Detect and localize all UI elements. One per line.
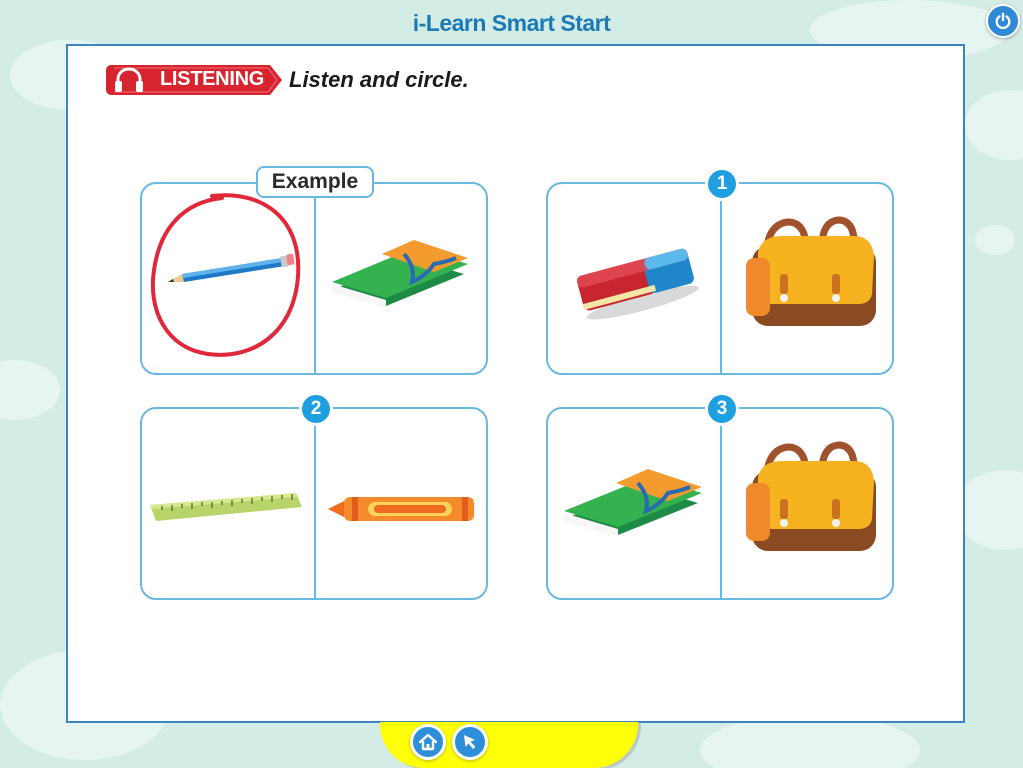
- question-number-badge: 1: [705, 167, 739, 201]
- pencil-picture: [168, 253, 295, 282]
- background-cloud: [955, 470, 1023, 550]
- instruction-text: Listen and circle.: [289, 67, 469, 92]
- background-cloud: [0, 360, 60, 420]
- question-card: 1: [546, 167, 894, 375]
- answer-option-right[interactable]: [722, 184, 894, 373]
- question-number-badge: 3: [705, 392, 739, 426]
- answer-option-left[interactable]: [142, 184, 314, 373]
- home-icon: [418, 733, 438, 751]
- background-cloud: [975, 225, 1015, 255]
- school-bag-picture: [746, 441, 876, 551]
- bottom-toolbar: [380, 722, 646, 768]
- answer-option-right[interactable]: [316, 184, 488, 373]
- book-picture: [564, 469, 702, 537]
- answer-option-left[interactable]: [142, 409, 314, 598]
- app-title: i-Learn Smart Start: [412, 10, 611, 36]
- answer-option-right[interactable]: [316, 409, 488, 598]
- arrow-cursor-icon: [464, 735, 476, 749]
- power-button[interactable]: [986, 4, 1020, 38]
- ruler-picture: [150, 493, 302, 521]
- crayon-picture: [328, 497, 474, 521]
- school-bag-picture: [746, 216, 876, 326]
- activity-page: LISTENING Listen and circle. Example 1 2…: [66, 44, 965, 723]
- listening-label: LISTENING: [160, 68, 264, 90]
- book-picture: [332, 240, 468, 308]
- question-number-badge: 2: [299, 392, 333, 426]
- power-icon: [995, 12, 1011, 30]
- eraser-picture: [576, 248, 699, 320]
- pointer-tool-button[interactable]: [452, 724, 488, 760]
- answer-option-left[interactable]: [548, 184, 720, 373]
- home-button[interactable]: [410, 724, 446, 760]
- question-card: 3: [546, 392, 894, 600]
- answer-option-right[interactable]: [722, 409, 894, 598]
- listening-section-badge: LISTENING: [106, 62, 282, 98]
- answer-option-left[interactable]: [548, 409, 720, 598]
- background-cloud: [965, 90, 1023, 160]
- example-card: Example: [140, 166, 488, 375]
- example-label: Example: [256, 166, 374, 198]
- question-card: 2: [140, 392, 488, 600]
